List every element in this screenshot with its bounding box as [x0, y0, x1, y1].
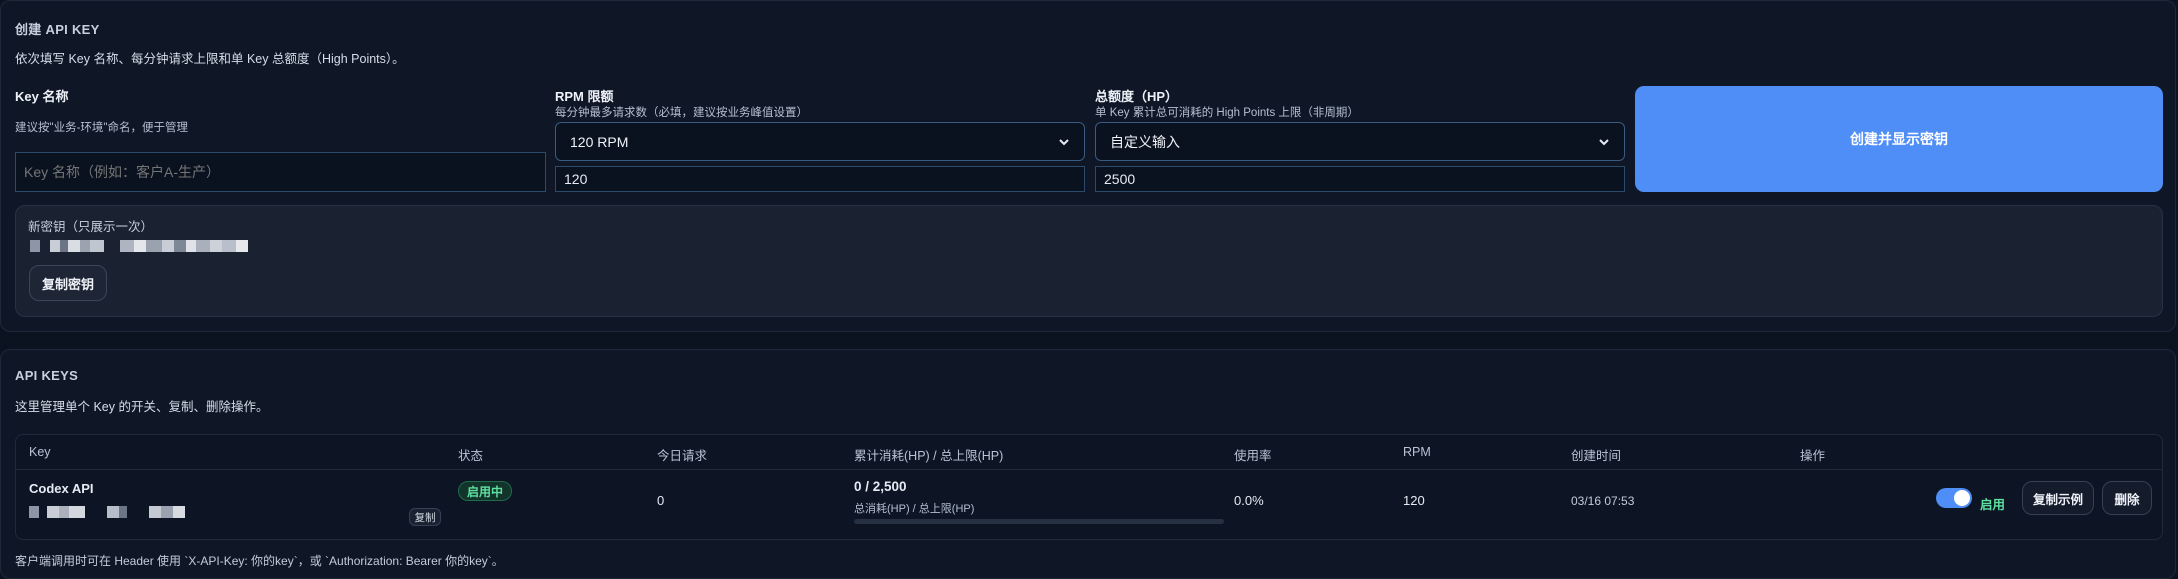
usage-progress-bar: [854, 519, 1224, 524]
quota-hint: 单 Key 累计总可消耗的 High Points 上限（非周期）: [1095, 107, 1359, 119]
created-time: 03/16 07:53: [1571, 494, 1635, 508]
copy-secret-button[interactable]: 复制密钥: [29, 265, 107, 301]
create-key-panel: 创建 API KEY 依次填写 Key 名称、每分钟请求上限和单 Key 总额度…: [0, 0, 2176, 332]
key-name-input[interactable]: [15, 152, 546, 192]
keys-section-title: API KEYS: [15, 368, 79, 383]
keys-section-desc: 这里管理单个 Key 的开关、复制、删除操作。: [15, 400, 269, 414]
usage-rate: 0.0%: [1234, 493, 1264, 508]
create-section-desc: 依次填写 Key 名称、每分钟请求上限和单 Key 总额度（High Point…: [15, 52, 405, 66]
secret-masked-value: [30, 240, 248, 252]
col-today-requests: 今日请求: [657, 449, 708, 463]
quota-select-value: 自定义输入: [1110, 133, 1180, 150]
usage-value: 0 / 2,500: [854, 479, 907, 494]
create-section-title: 创建 API KEY: [15, 22, 100, 37]
toggle-label: 启用: [1980, 498, 2006, 512]
rpm-select-value: 120 RPM: [570, 133, 629, 150]
rpm-hint: 每分钟最多请求数（必填，建议按业务峰值设置）: [555, 107, 808, 119]
enable-toggle[interactable]: [1936, 488, 1972, 508]
key-name-label: Key 名称: [15, 89, 69, 104]
today-requests: 0: [657, 493, 665, 508]
col-status: 状态: [458, 449, 484, 463]
new-secret-label: 新密钥（只展示一次）: [28, 220, 154, 234]
rpm-input-value: 120: [564, 171, 588, 187]
col-usage: 累计消耗(HP) / 总上限(HP): [854, 449, 1004, 463]
create-and-show-key-button[interactable]: 创建并显示密钥: [1635, 86, 2163, 192]
key-name: Codex API: [29, 481, 94, 496]
api-keys-table: Key 状态 今日请求 累计消耗(HP) / 总上限(HP) 使用率 RPM 创…: [15, 434, 2163, 540]
rpm-label: RPM 限额: [555, 89, 614, 104]
usage-sub-label: 总消耗(HP) / 总上限(HP): [854, 503, 975, 515]
chevron-down-icon: [1599, 138, 1609, 145]
col-actions: 操作: [1800, 449, 1826, 463]
delete-key-button[interactable]: 删除: [2102, 481, 2152, 515]
quota-select[interactable]: 自定义输入: [1095, 122, 1625, 161]
client-usage-footnote: 客户端调用时可在 Header 使用 `X-API-Key: 你的key`，或 …: [15, 554, 504, 568]
api-keys-panel: API KEYS 这里管理单个 Key 的开关、复制、删除操作。 Key 状态 …: [0, 349, 2176, 579]
key-masked-value: [29, 506, 185, 518]
status-badge: 启用中: [458, 481, 513, 501]
col-rpm: RPM: [1403, 445, 1431, 459]
chevron-down-icon: [1059, 138, 1069, 145]
col-usage-rate: 使用率: [1234, 449, 1272, 463]
key-name-hint: 建议按"业务-环境"命名，便于管理: [15, 122, 188, 134]
key-rpm: 120: [1403, 493, 1425, 508]
col-created: 创建时间: [1571, 449, 1622, 463]
table-row: Codex API 复制 启用中 0 0 / 2,500 总消耗(HP) / 总…: [16, 469, 2162, 539]
table-header: Key 状态 今日请求 累计消耗(HP) / 总上限(HP) 使用率 RPM 创…: [16, 435, 2162, 470]
quota-input-value: 2500: [1104, 171, 1136, 187]
new-secret-box: 新密钥（只展示一次） 复制密钥: [15, 205, 2163, 317]
rpm-input[interactable]: 120: [555, 166, 1085, 192]
quota-label: 总额度（HP）: [1095, 89, 1179, 104]
toggle-knob: [1954, 490, 1970, 506]
quota-input[interactable]: 2500: [1095, 166, 1625, 192]
rpm-select[interactable]: 120 RPM: [555, 122, 1085, 161]
copy-example-button[interactable]: 复制示例: [2022, 481, 2094, 515]
col-key: Key: [29, 445, 51, 459]
copy-key-button[interactable]: 复制: [409, 508, 441, 526]
